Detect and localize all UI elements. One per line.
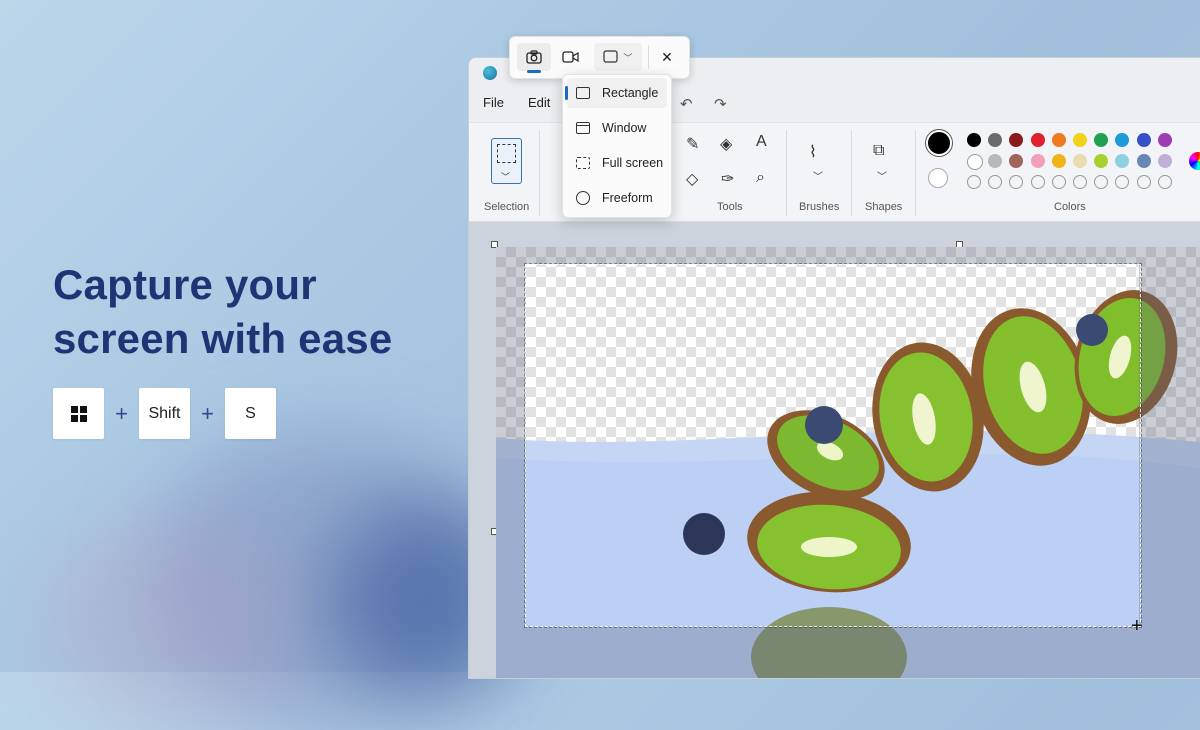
magnifier-icon[interactable]: ⌕ <box>756 169 765 187</box>
chevron-down-icon: ﹀ <box>623 52 633 63</box>
snip-mode-full-screen[interactable]: Full screen <box>567 148 667 178</box>
rectangle-mode-icon <box>603 50 619 63</box>
color-swatch[interactable] <box>1073 133 1087 147</box>
record-mode-button[interactable] <box>553 43 587 71</box>
color-picker-icon[interactable]: ✑ <box>721 169 734 189</box>
selection-icon <box>497 144 516 163</box>
rectangle-icon <box>576 87 590 99</box>
brush-icon[interactable]: ⌇ <box>809 142 817 162</box>
overlay <box>496 264 526 678</box>
menu-item-label: Window <box>602 121 647 135</box>
color-swatch[interactable] <box>967 154 983 170</box>
overlay <box>1139 264 1200 678</box>
color-swatch[interactable] <box>1030 154 1045 168</box>
menu-item-label: Full screen <box>602 156 664 170</box>
empty-color-slot[interactable] <box>1136 175 1151 189</box>
undo-icon[interactable]: ↶ <box>680 95 693 113</box>
color-swatch[interactable] <box>1051 154 1066 168</box>
snipping-toolbar: ﹀ ✕ <box>509 36 690 79</box>
empty-color-slot[interactable] <box>1030 175 1045 189</box>
window-icon <box>576 122 590 134</box>
snip-selection-rectangle[interactable] <box>524 263 1142 628</box>
text-icon[interactable]: A <box>756 133 767 151</box>
divider <box>786 130 787 216</box>
color-swatch[interactable] <box>967 133 981 147</box>
selection-button[interactable]: ﹀ <box>491 138 522 184</box>
chevron-down-icon[interactable]: ﹀ <box>813 168 823 183</box>
menu-item-label: Freeform <box>602 191 653 205</box>
group-label-selection: Selection <box>484 201 530 213</box>
video-icon <box>561 51 579 63</box>
screenshot-mode-button[interactable] <box>517 43 551 73</box>
color-swatch[interactable] <box>1030 133 1045 147</box>
divider <box>915 130 916 216</box>
color-swatch[interactable] <box>1051 133 1066 147</box>
snip-mode-rectangle[interactable]: Rectangle <box>565 78 667 108</box>
snip-mode-menu: Rectangle Window Full screen Freeform <box>562 74 672 218</box>
color-swatch[interactable] <box>1136 154 1151 168</box>
menu-bar: File Edit <box>469 95 560 115</box>
color-swatch[interactable] <box>1136 133 1151 147</box>
empty-color-slot[interactable] <box>967 175 981 189</box>
shapes-icon[interactable]: ⧉ <box>873 142 884 160</box>
primary-color-swatch[interactable] <box>925 129 953 157</box>
color-swatch[interactable] <box>1157 133 1172 147</box>
color-swatch[interactable] <box>1073 154 1087 168</box>
plus-sign: + <box>201 400 214 426</box>
group-label-colors: Colors <box>1054 201 1086 213</box>
paint-app-icon <box>483 66 497 80</box>
group-label-tools: Tools <box>717 201 743 213</box>
freeform-icon <box>576 191 590 205</box>
snip-mode-window[interactable]: Window <box>567 113 667 143</box>
secondary-color-swatch[interactable] <box>928 168 948 188</box>
close-button[interactable]: ✕ <box>652 43 682 71</box>
empty-color-slot[interactable] <box>1073 175 1087 189</box>
shortcut-keys: + Shift + S <box>53 388 276 439</box>
group-label-shapes: Shapes <box>865 201 903 213</box>
menu-file[interactable]: File <box>483 95 504 115</box>
edit-colors-icon[interactable] <box>1189 152 1200 170</box>
windows-key <box>53 388 104 439</box>
snip-mode-freeform[interactable]: Freeform <box>567 183 667 213</box>
headline: Capture your screen with ease <box>53 258 392 366</box>
empty-color-slot[interactable] <box>1051 175 1066 189</box>
background-blur <box>40 520 300 720</box>
empty-color-slot[interactable] <box>1157 175 1172 189</box>
divider <box>851 130 852 216</box>
overlay <box>526 626 1139 678</box>
menu-item-label: Rectangle <box>602 86 659 100</box>
s-key: S <box>225 388 276 439</box>
full-screen-icon <box>576 157 590 169</box>
overlay <box>496 247 1200 264</box>
camera-icon <box>526 50 542 64</box>
group-label-brushes: Brushes <box>799 201 840 213</box>
snip-mode-dropdown[interactable]: ﹀ <box>594 43 642 71</box>
headline-line-1: Capture your <box>53 261 317 308</box>
eraser-icon[interactable]: ◇ <box>686 169 698 189</box>
close-icon: ✕ <box>661 48 673 65</box>
divider <box>539 130 540 216</box>
pencil-icon[interactable]: ✎ <box>686 134 699 154</box>
shift-key: Shift <box>139 388 190 439</box>
color-swatch[interactable] <box>1157 154 1172 168</box>
chevron-down-icon: ﹀ <box>501 172 511 182</box>
redo-icon[interactable]: ↷ <box>714 95 727 113</box>
menu-edit[interactable]: Edit <box>528 95 550 115</box>
windows-icon <box>70 405 87 422</box>
plus-sign: + <box>115 400 128 426</box>
headline-line-2: screen with ease <box>53 315 393 362</box>
crosshair-cursor-icon: + <box>1131 615 1143 637</box>
fill-icon[interactable]: ◈ <box>720 134 732 154</box>
divider <box>648 45 649 69</box>
chevron-down-icon[interactable]: ﹀ <box>877 168 887 183</box>
